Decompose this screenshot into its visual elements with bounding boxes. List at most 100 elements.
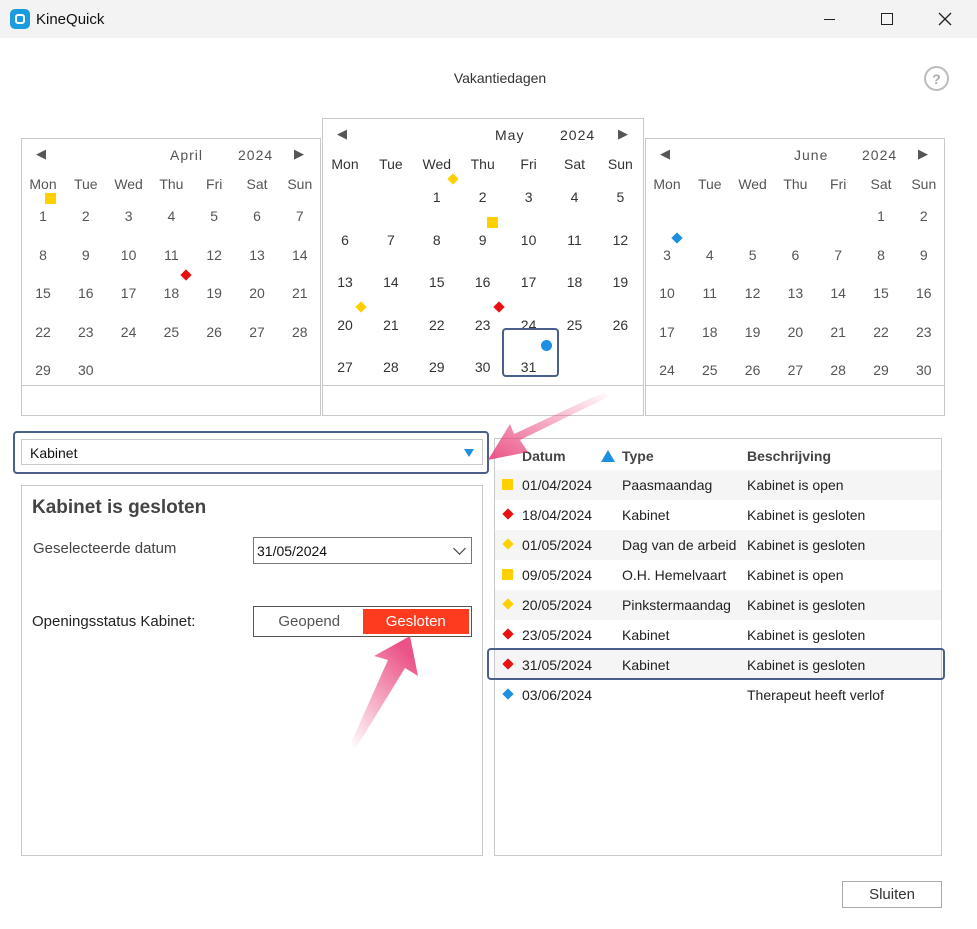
column-header-description[interactable]: Beschrijving — [747, 448, 831, 464]
calendar-day[interactable]: 16 — [903, 285, 945, 301]
calendar-day[interactable]: 26 — [599, 317, 641, 333]
calendar-day[interactable]: 22 — [860, 324, 902, 340]
list-item[interactable]: 01/04/2024 Paasmaandag Kabinet is open — [495, 470, 941, 500]
close-window-button[interactable] — [916, 0, 974, 38]
calendar-day[interactable]: 6 — [324, 232, 366, 248]
calendar-day[interactable]: 22 — [416, 317, 458, 333]
calendar-day[interactable]: 25 — [689, 362, 731, 378]
calendar-day[interactable]: 13 — [324, 274, 366, 290]
prev-month-button[interactable]: ◀ — [36, 146, 46, 162]
calendar-day[interactable]: 18 — [150, 285, 192, 301]
column-header-date[interactable]: Datum — [522, 448, 566, 464]
filter-dropdown[interactable]: Kabinet — [21, 439, 483, 465]
calendar-day[interactable]: 20 — [774, 324, 816, 340]
calendar-day[interactable]: 23 — [65, 324, 107, 340]
calendar-day[interactable]: 14 — [279, 247, 321, 263]
calendar-day[interactable]: 7 — [279, 208, 321, 224]
calendar-day[interactable]: 21 — [370, 317, 412, 333]
calendar-day[interactable]: 15 — [416, 274, 458, 290]
calendar-day[interactable]: 28 — [370, 359, 412, 375]
calendar-day[interactable]: 30 — [462, 359, 504, 375]
calendar-day[interactable]: 13 — [774, 285, 816, 301]
calendar-day[interactable]: 12 — [599, 232, 641, 248]
calendar-day[interactable]: 8 — [860, 247, 902, 263]
calendar-day[interactable]: 11 — [150, 247, 192, 263]
calendar-day[interactable]: 11 — [689, 285, 731, 301]
calendar-day[interactable]: 21 — [279, 285, 321, 301]
calendar-day[interactable]: 3 — [508, 189, 550, 205]
sort-ascending-icon[interactable] — [601, 450, 615, 462]
prev-month-button[interactable]: ◀ — [337, 126, 347, 142]
calendar-day[interactable]: 8 — [416, 232, 458, 248]
selected-date-picker[interactable]: 31/05/2024 — [253, 537, 472, 564]
calendar-day[interactable]: 2 — [65, 208, 107, 224]
calendar-day[interactable]: 14 — [817, 285, 859, 301]
calendar-day[interactable]: 29 — [22, 362, 64, 378]
calendar-day[interactable]: 15 — [860, 285, 902, 301]
next-month-button[interactable]: ▶ — [618, 126, 628, 142]
calendar-day[interactable]: 4 — [554, 189, 596, 205]
calendar-day[interactable]: 2 — [903, 208, 945, 224]
calendar-day[interactable]: 18 — [689, 324, 731, 340]
calendar-day[interactable]: 15 — [22, 285, 64, 301]
list-item[interactable]: 18/04/2024 Kabinet Kabinet is gesloten — [495, 500, 941, 530]
calendar-day[interactable]: 12 — [732, 285, 774, 301]
next-month-button[interactable]: ▶ — [918, 146, 928, 162]
calendar-day[interactable]: 4 — [689, 247, 731, 263]
calendar-day[interactable]: 30 — [903, 362, 945, 378]
calendar-day[interactable]: 18 — [554, 274, 596, 290]
calendar-day[interactable]: 9 — [903, 247, 945, 263]
list-item[interactable]: 03/06/2024 Therapeut heeft verlof — [495, 680, 941, 710]
calendar-day[interactable]: 8 — [22, 247, 64, 263]
calendar-day[interactable]: 13 — [236, 247, 278, 263]
calendar-day[interactable]: 29 — [416, 359, 458, 375]
calendar-day[interactable]: 1 — [22, 208, 64, 224]
calendar-day[interactable]: 23 — [903, 324, 945, 340]
help-button[interactable]: ? — [924, 66, 949, 91]
calendar-day[interactable]: 5 — [599, 189, 641, 205]
calendar-day[interactable]: 22 — [22, 324, 64, 340]
calendar-day[interactable]: 19 — [732, 324, 774, 340]
calendar-day[interactable]: 23 — [462, 317, 504, 333]
calendar-day[interactable]: 27 — [774, 362, 816, 378]
calendar-day[interactable]: 11 — [554, 232, 596, 248]
calendar-day[interactable]: 16 — [65, 285, 107, 301]
calendar-day[interactable]: 16 — [462, 274, 504, 290]
calendar-day[interactable]: 3 — [108, 208, 150, 224]
calendar-day[interactable]: 17 — [508, 274, 550, 290]
calendar-day[interactable]: 25 — [150, 324, 192, 340]
calendar-day[interactable]: 28 — [817, 362, 859, 378]
status-closed-button[interactable]: Gesloten — [362, 609, 469, 634]
calendar-day[interactable]: 30 — [65, 362, 107, 378]
calendar-day[interactable]: 29 — [860, 362, 902, 378]
calendar-day[interactable]: 27 — [324, 359, 366, 375]
list-item[interactable]: 23/05/2024 Kabinet Kabinet is gesloten — [495, 620, 941, 650]
calendar-day[interactable]: 9 — [65, 247, 107, 263]
calendar-day[interactable]: 1 — [416, 189, 458, 205]
column-header-type[interactable]: Type — [622, 448, 654, 464]
calendar-day[interactable]: 20 — [324, 317, 366, 333]
calendar-day[interactable]: 2 — [462, 189, 504, 205]
calendar-day[interactable]: 24 — [108, 324, 150, 340]
calendar-day[interactable]: 20 — [236, 285, 278, 301]
calendar-day[interactable]: 6 — [236, 208, 278, 224]
list-item[interactable]: 09/05/2024 O.H. Hemelvaart Kabinet is open — [495, 560, 941, 590]
calendar-day[interactable]: 5 — [193, 208, 235, 224]
calendar-day[interactable]: 9 — [462, 232, 504, 248]
calendar-day[interactable]: 12 — [193, 247, 235, 263]
maximize-button[interactable] — [858, 0, 916, 38]
calendar-day[interactable]: 17 — [108, 285, 150, 301]
close-button[interactable]: Sluiten — [842, 881, 942, 908]
next-month-button[interactable]: ▶ — [294, 146, 304, 162]
calendar-day[interactable]: 6 — [774, 247, 816, 263]
minimize-button[interactable] — [800, 0, 858, 38]
calendar-day[interactable]: 1 — [860, 208, 902, 224]
calendar-day[interactable]: 7 — [370, 232, 412, 248]
calendar-day[interactable]: 26 — [732, 362, 774, 378]
prev-month-button[interactable]: ◀ — [660, 146, 670, 162]
calendar-day[interactable]: 21 — [817, 324, 859, 340]
calendar-day[interactable]: 4 — [150, 208, 192, 224]
calendar-day[interactable]: 25 — [554, 317, 596, 333]
calendar-day[interactable]: 5 — [732, 247, 774, 263]
calendar-day[interactable]: 19 — [193, 285, 235, 301]
